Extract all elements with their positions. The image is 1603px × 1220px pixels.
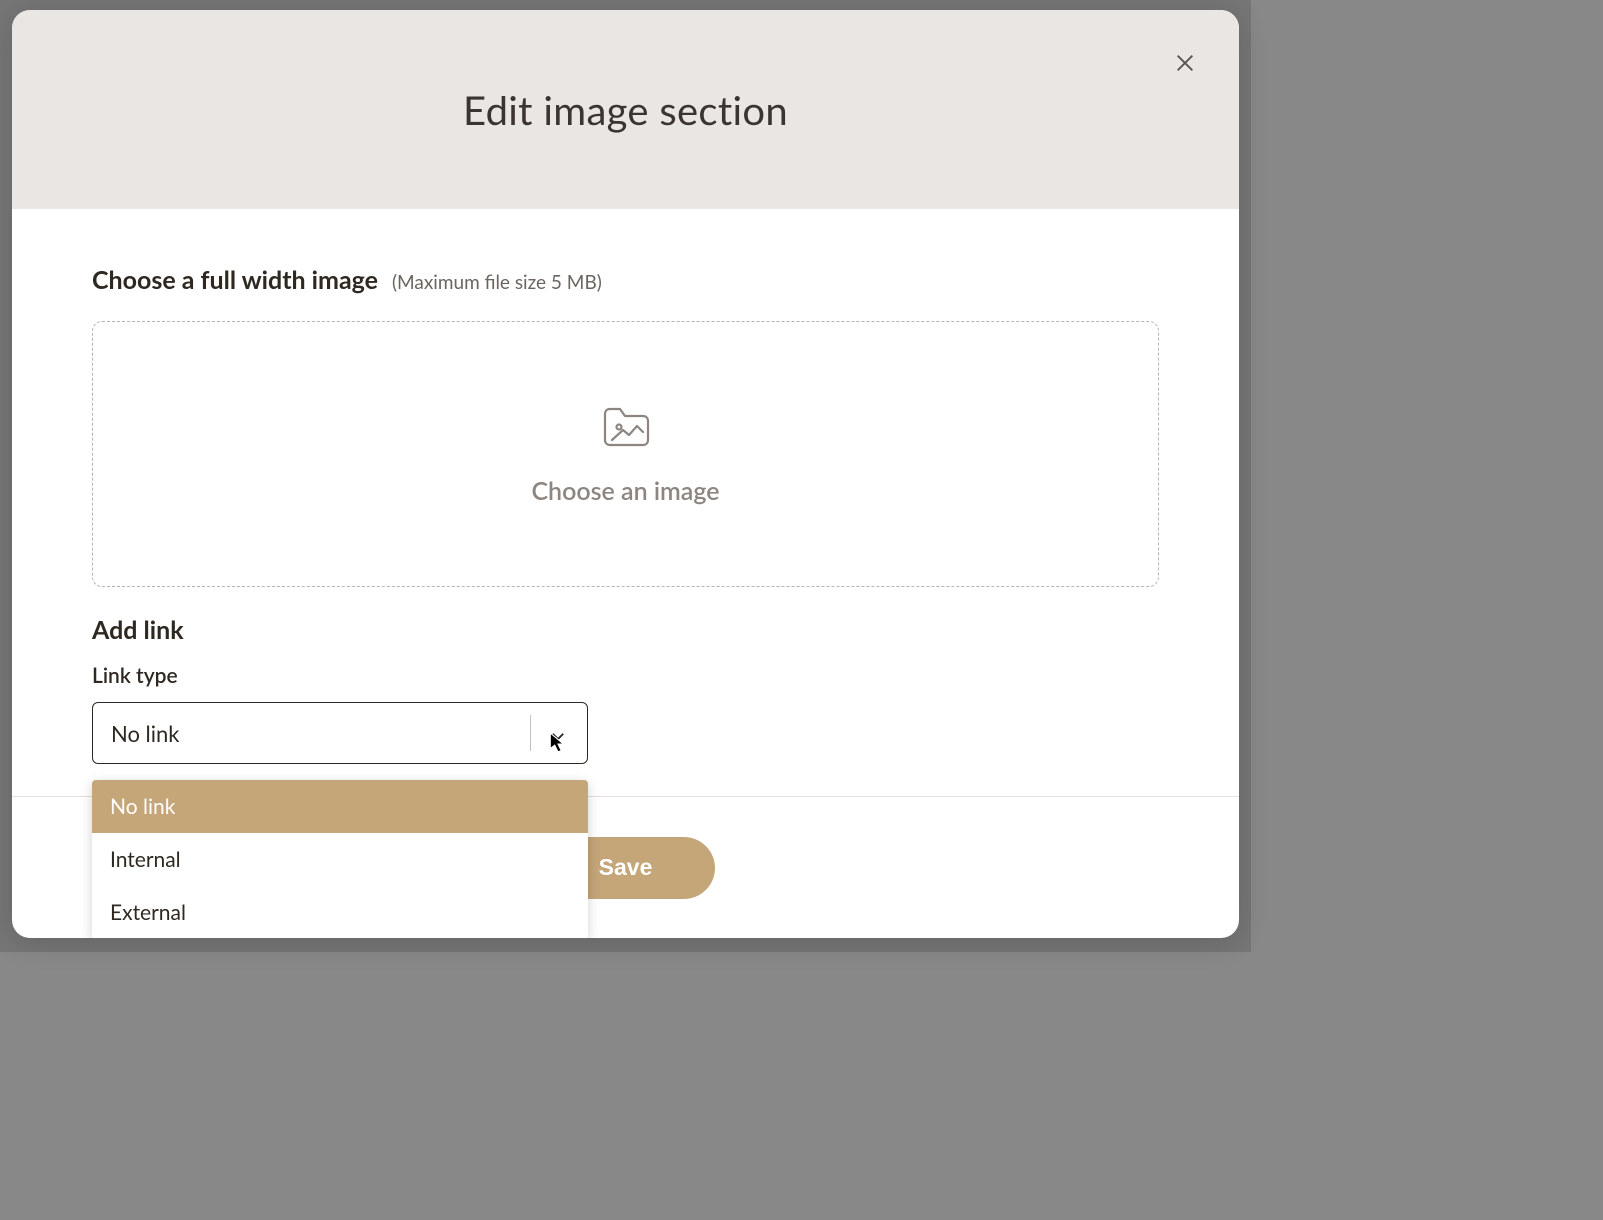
link-type-label: Link type xyxy=(92,663,1159,688)
image-folder-icon xyxy=(599,402,653,454)
dropdown-option-internal[interactable]: Internal xyxy=(92,833,588,886)
select-divider xyxy=(530,715,531,751)
dropzone-label: Choose an image xyxy=(531,476,719,506)
link-type-dropdown: No link Internal External xyxy=(92,780,588,938)
link-type-select-wrap: No link No link Internal External xyxy=(92,702,588,764)
dropdown-option-external[interactable]: External xyxy=(92,886,588,938)
max-file-size-text: (Maximum file size 5 MB) xyxy=(392,271,602,294)
link-type-select[interactable]: No link xyxy=(92,702,588,764)
close-icon xyxy=(1174,52,1196,77)
modal-header: Edit image section xyxy=(12,10,1239,209)
modal-title: Edit image section xyxy=(463,86,788,134)
choose-image-heading: Choose a full width image xyxy=(92,265,378,295)
modal-body: Choose a full width image (Maximum file … xyxy=(12,209,1239,794)
image-dropzone[interactable]: Choose an image xyxy=(92,321,1159,587)
chevron-down-icon xyxy=(549,723,569,743)
add-link-heading: Add link xyxy=(92,615,1159,645)
image-section-heading-row: Choose a full width image (Maximum file … xyxy=(92,265,1159,295)
edit-image-modal: Edit image section Choose a full width i… xyxy=(12,10,1239,938)
dropdown-option-no-link[interactable]: No link xyxy=(92,780,588,833)
link-type-selected-value: No link xyxy=(111,720,180,747)
close-button[interactable] xyxy=(1169,48,1201,80)
